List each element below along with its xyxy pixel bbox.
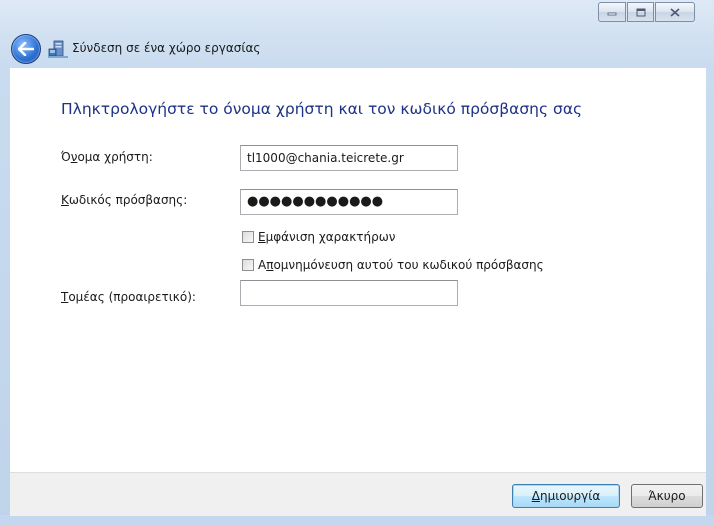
close-icon [670, 7, 680, 17]
domain-label: Τομέας (προαιρετικό): [61, 290, 196, 304]
maximize-icon [636, 8, 645, 16]
checkbox-box[interactable] [242, 259, 254, 271]
minimize-icon [607, 12, 617, 16]
remember-password-label: Απομνημόνευση αυτού του κωδικού πρόσβαση… [258, 258, 544, 272]
maximize-button[interactable] [627, 2, 654, 22]
show-characters-label: Εμφάνιση χαρακτήρων [258, 230, 396, 244]
show-characters-checkbox[interactable]: Εμφάνιση χαρακτήρων [242, 230, 395, 244]
minimize-button[interactable] [598, 2, 626, 22]
page-heading: Πληκτρολογήστε το όνομα χρήστη και τον κ… [61, 100, 583, 118]
cancel-button[interactable]: Άκυρο [631, 484, 703, 508]
dialog-window: Σύνδεση σε ένα χώρο εργασίας Πληκτρολογή… [0, 0, 714, 526]
window-frame-bottom [0, 515, 714, 526]
window-frame-left [0, 68, 10, 526]
window-title: Σύνδεση σε ένα χώρο εργασίας [72, 41, 261, 55]
network-computer-icon [48, 40, 68, 58]
create-button[interactable]: Δημιουργία [512, 484, 620, 508]
domain-input[interactable] [240, 280, 458, 306]
username-input[interactable]: tl1000@chania.teicrete.gr [240, 145, 458, 171]
remember-password-checkbox[interactable]: Απομνημόνευση αυτού του κωδικού πρόσβαση… [242, 258, 544, 272]
password-input[interactable]: ●●●●●●●●●●●● [240, 189, 458, 215]
back-button[interactable] [11, 34, 41, 64]
close-button[interactable] [655, 2, 695, 22]
username-label: Όνομα χρήστη: [61, 150, 153, 164]
caption-buttons [598, 2, 696, 24]
checkbox-box[interactable] [242, 231, 254, 243]
password-label: Κωδικός πρόσβασης: [61, 193, 188, 207]
arrow-left-icon [18, 42, 34, 56]
window-frame-right [706, 68, 714, 526]
